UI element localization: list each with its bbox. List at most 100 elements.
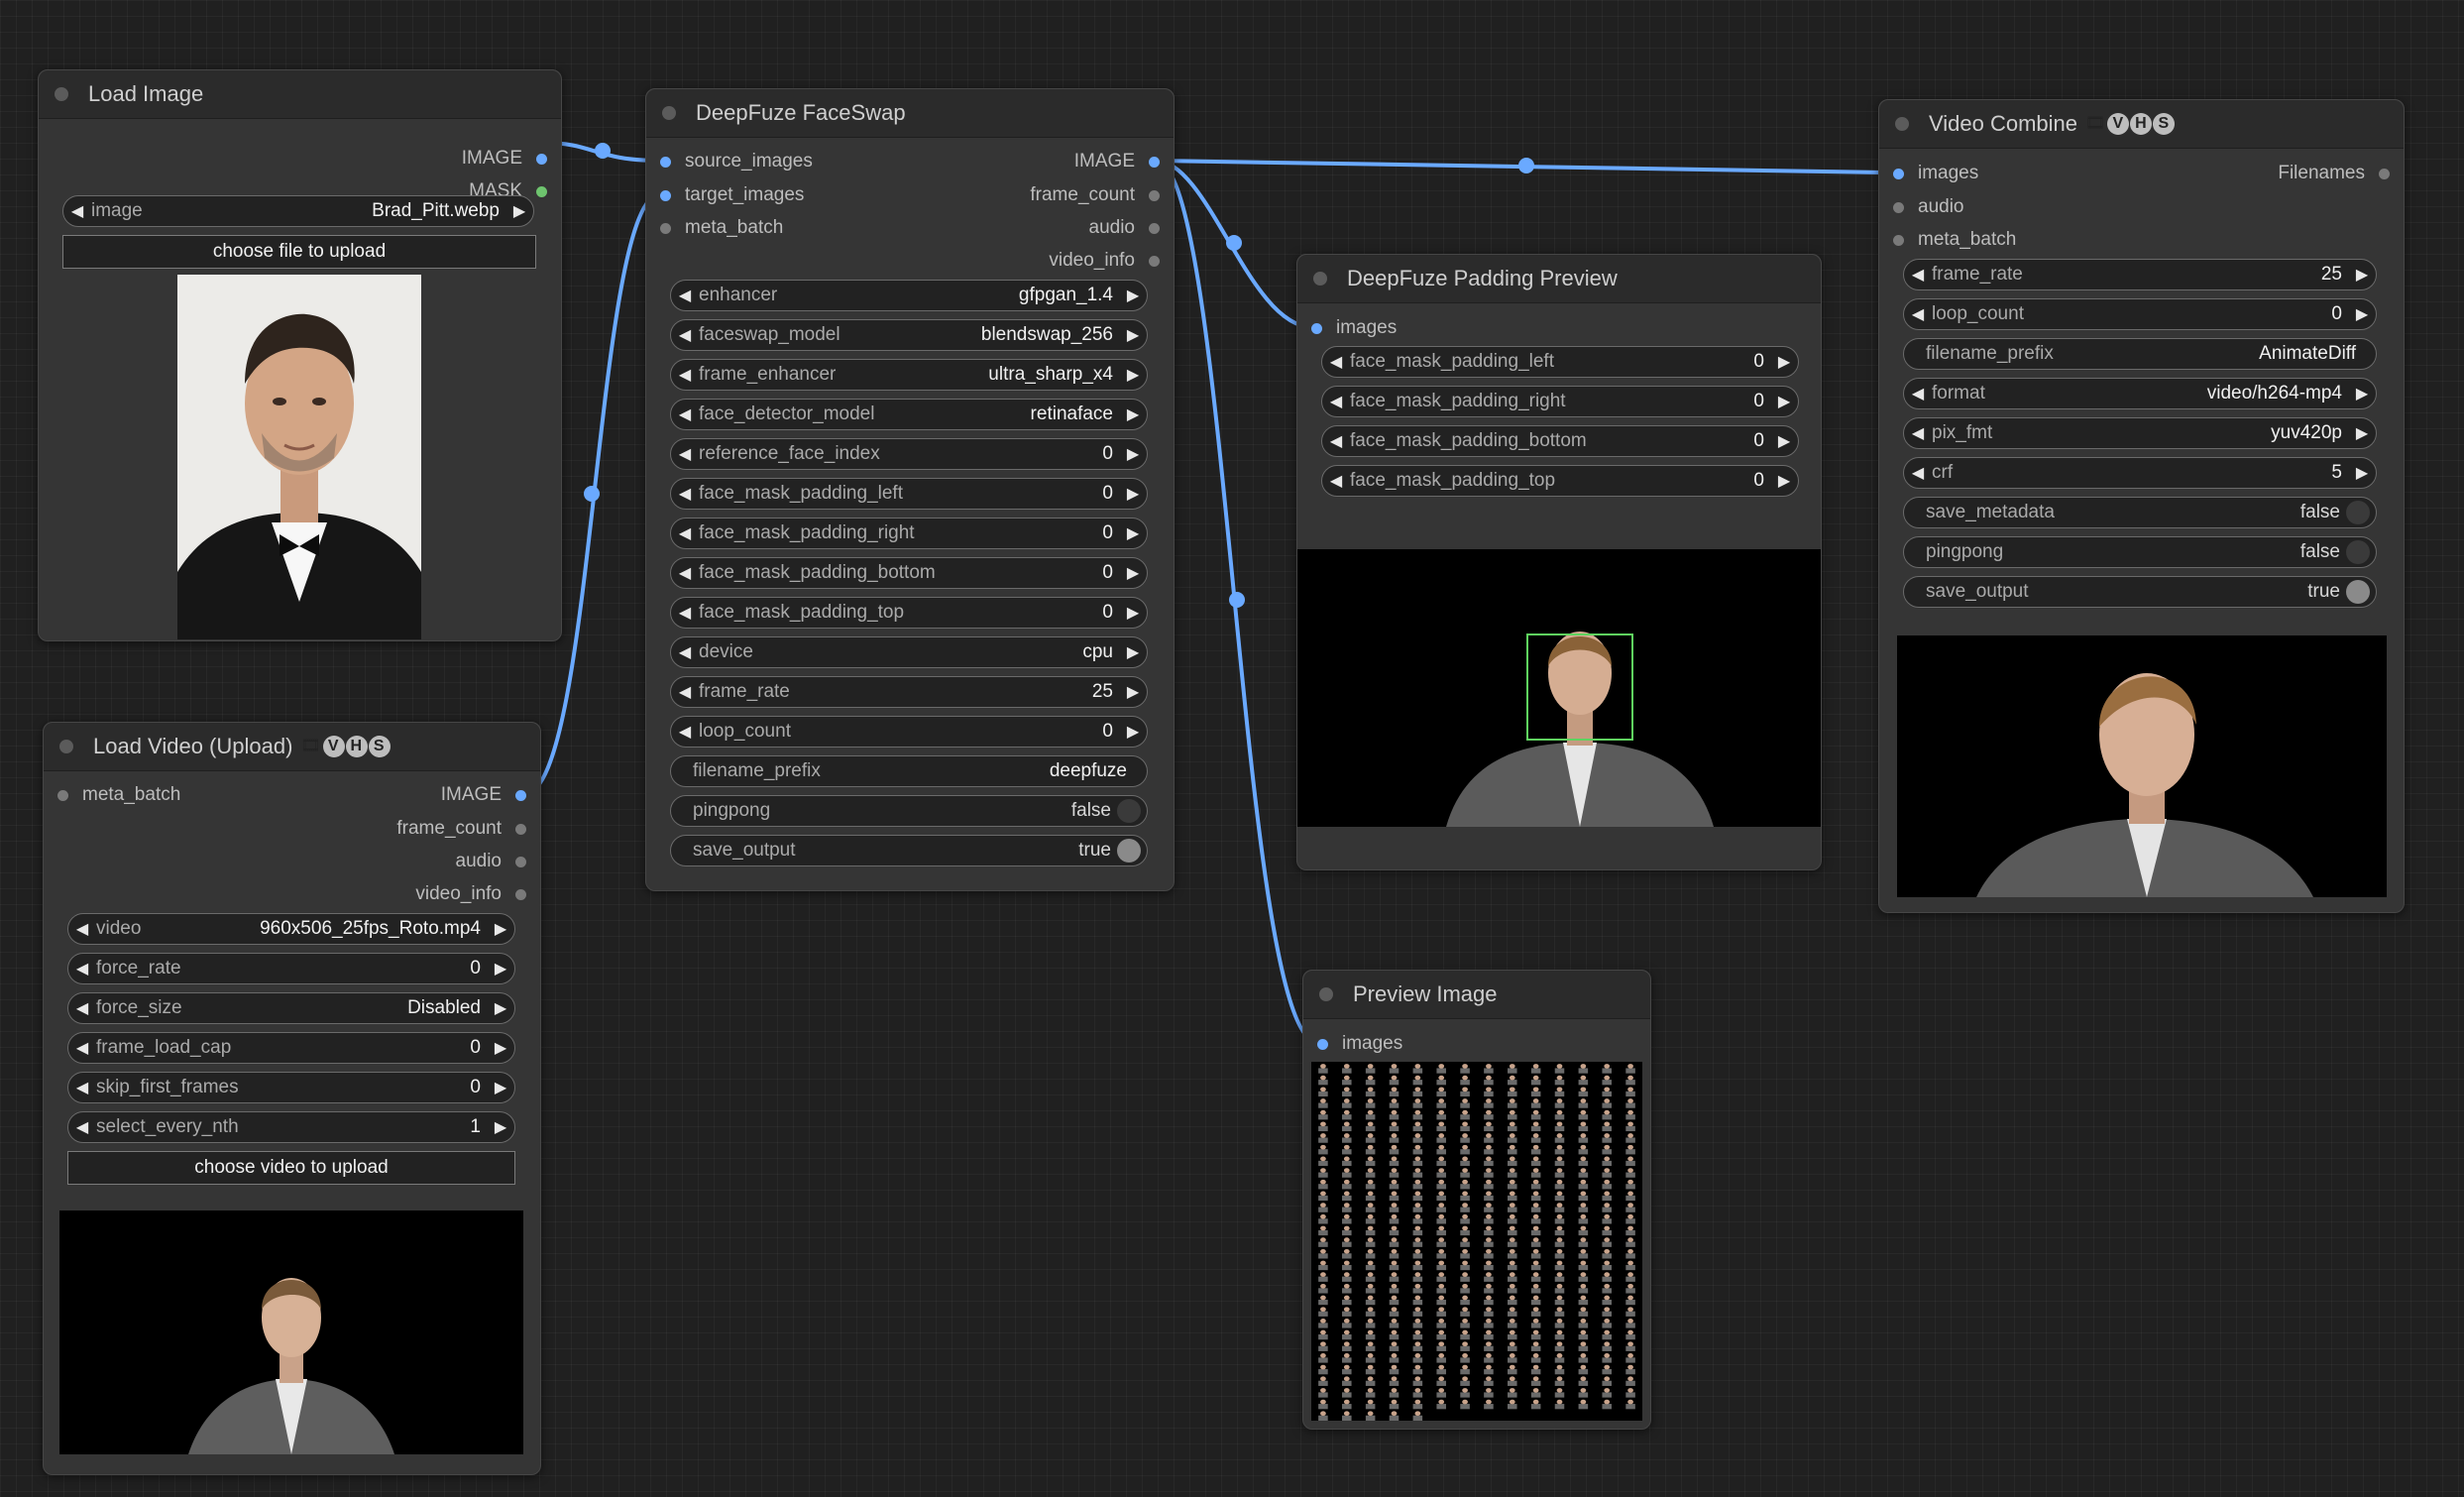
widget-faceswap-model[interactable]: ◀ faceswap_model blendswap_256 ▶ (670, 319, 1148, 351)
widget-face-mask-padding-bottom[interactable]: ◀ face_mask_padding_bottom 0 ▶ (1321, 425, 1799, 457)
toggle-pingpong[interactable]: pingpong false (670, 795, 1148, 827)
decrement-arrow-icon[interactable]: ◀ (671, 444, 699, 464)
node-title-bar[interactable]: DeepFuze FaceSwap (646, 89, 1174, 138)
output-slot-icon[interactable] (536, 153, 547, 165)
input-slot-icon[interactable] (660, 156, 671, 168)
increment-arrow-icon[interactable]: ▶ (1119, 286, 1147, 305)
widget-face-mask-padding-left[interactable]: ◀ face_mask_padding_left 0 ▶ (670, 478, 1148, 510)
output-image[interactable]: IMAGE (1074, 147, 1160, 176)
increment-arrow-icon[interactable]: ▶ (1119, 365, 1147, 385)
toggle-off-icon[interactable] (2346, 540, 2370, 564)
output-slot-icon[interactable] (515, 888, 526, 900)
widget-face-mask-padding-top[interactable]: ◀ face_mask_padding_top 0 ▶ (670, 597, 1148, 629)
decrement-arrow-icon[interactable]: ◀ (671, 325, 699, 345)
widget-frame-rate[interactable]: ◀ frame_rate 25 ▶ (670, 676, 1148, 708)
output-audio[interactable]: audio (456, 847, 526, 876)
increment-arrow-icon[interactable]: ▶ (505, 201, 533, 221)
output-frame-count[interactable]: frame_count (396, 814, 526, 844)
decrement-arrow-icon[interactable]: ◀ (1904, 304, 1932, 324)
widget-face-mask-padding-left[interactable]: ◀ face_mask_padding_left 0 ▶ (1321, 346, 1799, 378)
input-slot-icon[interactable] (660, 189, 671, 201)
input-slot-icon[interactable] (1893, 168, 1904, 179)
increment-arrow-icon[interactable]: ▶ (487, 998, 514, 1018)
decrement-arrow-icon[interactable]: ◀ (68, 1038, 96, 1058)
widget-reference-face-index[interactable]: ◀ reference_face_index 0 ▶ (670, 438, 1148, 470)
collapse-dot-icon[interactable] (55, 87, 68, 101)
increment-arrow-icon[interactable]: ▶ (1119, 484, 1147, 504)
decrement-arrow-icon[interactable]: ◀ (1904, 463, 1932, 483)
output-slot-icon[interactable] (1149, 222, 1160, 234)
input-meta-batch[interactable]: meta_batch (57, 780, 180, 810)
decrement-arrow-icon[interactable]: ◀ (671, 286, 699, 305)
widget-image[interactable]: ◀ image Brad_Pitt.webp ▶ (62, 195, 534, 227)
increment-arrow-icon[interactable]: ▶ (2348, 384, 2376, 403)
widget-pix-fmt[interactable]: ◀ pix_fmt yuv420p ▶ (1903, 417, 2377, 449)
input-slot-icon[interactable] (1893, 234, 1904, 246)
increment-arrow-icon[interactable]: ▶ (1119, 444, 1147, 464)
toggle-save-output[interactable]: save_output true (1903, 576, 2377, 608)
decrement-arrow-icon[interactable]: ◀ (68, 998, 96, 1018)
input-images[interactable]: images (1893, 159, 1978, 188)
widget-force-size[interactable]: ◀ force_size Disabled ▶ (67, 992, 515, 1024)
widget-loop-count[interactable]: ◀ loop_count 0 ▶ (1903, 298, 2377, 330)
node-title-bar[interactable]: Video Combine 🎞 V H S (1879, 100, 2404, 149)
input-images[interactable]: images (1311, 313, 1397, 343)
output-video-info[interactable]: video_info (415, 879, 526, 909)
collapse-dot-icon[interactable] (1313, 272, 1327, 286)
decrement-arrow-icon[interactable]: ◀ (671, 404, 699, 424)
increment-arrow-icon[interactable]: ▶ (487, 1117, 514, 1137)
output-slot-icon[interactable] (1149, 189, 1160, 201)
node-deepfuze-faceswap[interactable]: DeepFuze FaceSwap source_images target_i… (645, 88, 1175, 891)
decrement-arrow-icon[interactable]: ◀ (68, 1117, 96, 1137)
decrement-arrow-icon[interactable]: ◀ (671, 603, 699, 623)
node-video-combine[interactable]: Video Combine 🎞 V H S images audio meta_bat… (1878, 99, 2405, 913)
widget-face-mask-padding-bottom[interactable]: ◀ face_mask_padding_bottom 0 ▶ (670, 557, 1148, 589)
input-slot-icon[interactable] (1893, 201, 1904, 213)
input-meta-batch[interactable]: meta_batch (1893, 225, 2016, 255)
node-load-video[interactable]: Load Video (Upload) 🎞 V H S meta_batch IMAG… (43, 722, 541, 1475)
decrement-arrow-icon[interactable]: ◀ (1322, 352, 1350, 372)
decrement-arrow-icon[interactable]: ◀ (1904, 265, 1932, 285)
increment-arrow-icon[interactable]: ▶ (1770, 431, 1798, 451)
widget-face-mask-padding-right[interactable]: ◀ face_mask_padding_right 0 ▶ (670, 518, 1148, 549)
widget-face-mask-padding-top[interactable]: ◀ face_mask_padding_top 0 ▶ (1321, 465, 1799, 497)
increment-arrow-icon[interactable]: ▶ (1770, 392, 1798, 411)
increment-arrow-icon[interactable]: ▶ (1119, 325, 1147, 345)
decrement-arrow-icon[interactable]: ◀ (671, 523, 699, 543)
input-slot-icon[interactable] (660, 222, 671, 234)
widget-skip-first-frames[interactable]: ◀ skip_first_frames 0 ▶ (67, 1072, 515, 1103)
input-source-images[interactable]: source_images (660, 147, 813, 176)
input-audio[interactable]: audio (1893, 192, 1964, 222)
input-target-images[interactable]: target_images (660, 180, 804, 210)
increment-arrow-icon[interactable]: ▶ (487, 919, 514, 939)
increment-arrow-icon[interactable]: ▶ (2348, 463, 2376, 483)
decrement-arrow-icon[interactable]: ◀ (1322, 392, 1350, 411)
increment-arrow-icon[interactable]: ▶ (1119, 682, 1147, 702)
increment-arrow-icon[interactable]: ▶ (2348, 304, 2376, 324)
output-video-info[interactable]: video_info (1049, 246, 1160, 276)
toggle-on-icon[interactable] (2346, 580, 2370, 604)
node-title-bar[interactable]: Load Video (Upload) 🎞 V H S (44, 723, 540, 771)
increment-arrow-icon[interactable]: ▶ (1119, 722, 1147, 742)
widget-select-every-nth[interactable]: ◀ select_every_nth 1 ▶ (67, 1111, 515, 1143)
node-title-bar[interactable]: DeepFuze Padding Preview (1297, 255, 1821, 303)
output-image[interactable]: IMAGE (462, 144, 547, 173)
toggle-on-icon[interactable] (1117, 839, 1141, 863)
input-images[interactable]: images (1317, 1029, 1402, 1059)
decrement-arrow-icon[interactable]: ◀ (671, 563, 699, 583)
decrement-arrow-icon[interactable]: ◀ (1322, 471, 1350, 491)
collapse-dot-icon[interactable] (59, 740, 73, 753)
widget-filename-prefix[interactable]: filename_prefix AnimateDiff (1903, 338, 2377, 370)
increment-arrow-icon[interactable]: ▶ (487, 959, 514, 979)
input-slot-icon[interactable] (1311, 322, 1322, 334)
widget-video[interactable]: ◀ video 960x506_25fps_Roto.mp4 ▶ (67, 913, 515, 945)
increment-arrow-icon[interactable]: ▶ (1119, 563, 1147, 583)
decrement-arrow-icon[interactable]: ◀ (671, 484, 699, 504)
output-frame-count[interactable]: frame_count (1030, 180, 1160, 210)
node-title-bar[interactable]: Preview Image (1303, 971, 1650, 1019)
widget-face-detector-model[interactable]: ◀ face_detector_model retinaface ▶ (670, 399, 1148, 430)
output-slot-icon[interactable] (515, 823, 526, 835)
input-slot-icon[interactable] (57, 789, 68, 801)
decrement-arrow-icon[interactable]: ◀ (1904, 423, 1932, 443)
increment-arrow-icon[interactable]: ▶ (1119, 603, 1147, 623)
